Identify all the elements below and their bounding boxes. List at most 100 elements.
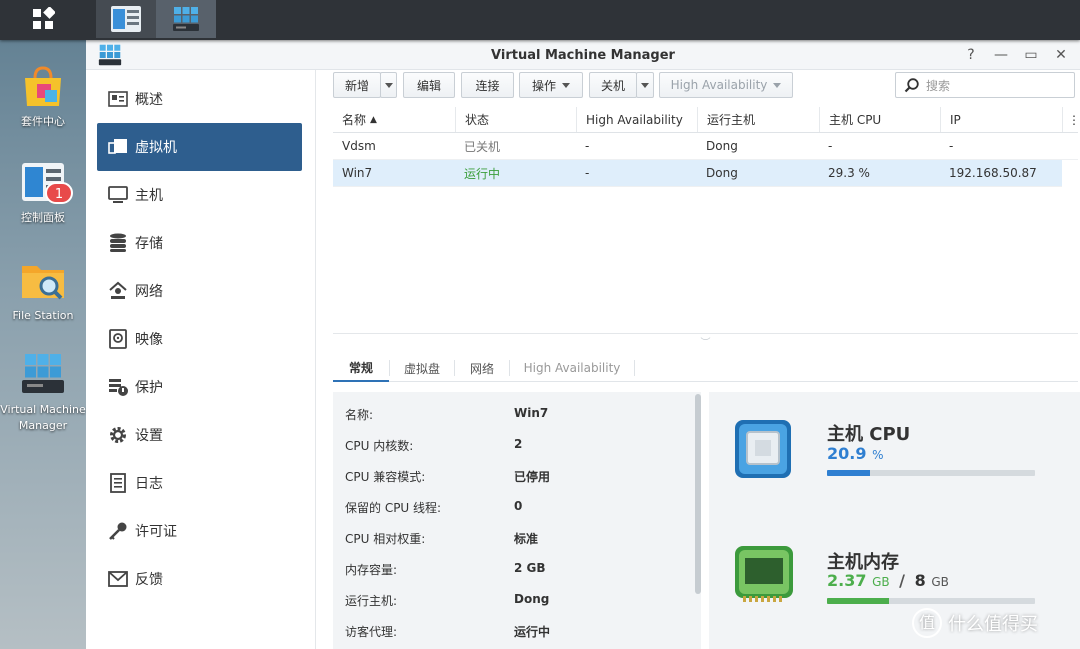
- storage-icon: [107, 232, 129, 254]
- column-name[interactable]: 名称 ▲: [333, 107, 455, 132]
- tab-general[interactable]: 常规: [333, 354, 389, 382]
- desktop-file-station[interactable]: File Station: [0, 258, 86, 324]
- sidebar-item-label: 许可证: [135, 524, 177, 540]
- column-status[interactable]: 状态: [455, 107, 576, 132]
- title-bar[interactable]: Virtual Machine Manager ? — ▭ ✕: [86, 40, 1080, 70]
- column-label: 主机 CPU: [829, 113, 882, 127]
- create-button[interactable]: 新增: [333, 72, 381, 98]
- search-input[interactable]: 搜索: [895, 72, 1075, 98]
- connect-button[interactable]: 连接: [461, 72, 514, 98]
- desktop-package-center[interactable]: 套件中心: [0, 64, 86, 130]
- vm-status: 已关机: [464, 139, 501, 154]
- memory-total-unit: GB: [931, 575, 949, 589]
- desktop-vmm[interactable]: Virtual Machine Manager: [0, 352, 86, 434]
- sidebar-item-license[interactable]: 许可证: [97, 507, 302, 555]
- sidebar-item-label: 虚拟机: [135, 140, 177, 156]
- shutdown-dropdown-button[interactable]: [636, 72, 654, 98]
- table-row[interactable]: Vdsm 已关机 - Dong - -: [333, 133, 1078, 160]
- watermark: 值 什么值得买: [912, 608, 1038, 638]
- cpu-progress-bar: [827, 470, 1035, 476]
- vm-name: Win7: [342, 166, 373, 180]
- sidebar-item-label: 主机: [135, 188, 163, 204]
- network-icon: [107, 280, 129, 302]
- notification-badge: 1: [45, 182, 73, 204]
- vm-grid: 名称 ▲ 状态 High Availability 运行主机 主机 CPU IP …: [333, 107, 1080, 187]
- detail-label: CPU 内核数:: [345, 439, 414, 453]
- vm-cpu: 29.3 %: [828, 166, 870, 180]
- sidebar-item-network[interactable]: 网络: [97, 267, 302, 315]
- sidebar-item-log[interactable]: 日志: [97, 459, 302, 507]
- sidebar-item-label: 映像: [135, 332, 163, 348]
- shutdown-button[interactable]: 关机: [589, 72, 637, 98]
- desktop-control-panel[interactable]: 1 控制面板: [0, 160, 86, 226]
- watermark-text: 什么值得买: [948, 614, 1038, 635]
- minimize-button[interactable]: —: [992, 46, 1010, 64]
- detail-value: 2 GB: [514, 561, 546, 575]
- sidebar-item-label: 网络: [135, 284, 163, 300]
- column-ip[interactable]: IP: [940, 107, 1062, 132]
- tab-high-availability[interactable]: High Availability: [510, 354, 634, 382]
- overview-icon: [107, 88, 129, 110]
- main-menu-button[interactable]: [0, 0, 86, 38]
- feedback-icon: [107, 568, 129, 590]
- taskbar-control-panel[interactable]: [96, 0, 156, 38]
- help-button[interactable]: ?: [962, 46, 980, 64]
- host-icon: [107, 184, 129, 206]
- create-button-label: 新增: [344, 78, 369, 93]
- vmm-window: Virtual Machine Manager ? — ▭ ✕ 概述 虚拟机 主…: [86, 40, 1080, 649]
- sidebar: 概述 虚拟机 主机 存储 网络 映像 保护 设置 日志 许可证 反馈: [86, 70, 316, 649]
- sidebar-item-storage[interactable]: 存储: [97, 219, 302, 267]
- maximize-button[interactable]: ▭: [1022, 46, 1040, 64]
- column-host[interactable]: 运行主机: [697, 107, 819, 132]
- column-host-cpu[interactable]: 主机 CPU: [819, 107, 940, 132]
- edit-button[interactable]: 编辑: [403, 72, 455, 98]
- sidebar-item-virtual-machine[interactable]: 虚拟机: [97, 123, 302, 171]
- desktop-icon-label: File Station: [12, 309, 74, 322]
- panel-splitter[interactable]: ︶: [333, 333, 1078, 349]
- chevron-down-icon: [562, 82, 570, 88]
- desktop-icon-label: 套件中心: [21, 115, 65, 128]
- sidebar-item-protection[interactable]: 保护: [97, 363, 302, 411]
- grid-header: 名称 ▲ 状态 High Availability 运行主机 主机 CPU IP …: [333, 107, 1080, 133]
- sidebar-item-label: 反馈: [135, 572, 163, 588]
- action-button[interactable]: 操作: [519, 72, 583, 98]
- memory-progress-bar: [827, 598, 1035, 604]
- sidebar-item-label: 设置: [135, 428, 163, 444]
- cpu-icon: [735, 420, 791, 478]
- close-button[interactable]: ✕: [1052, 46, 1070, 64]
- cpu-value: 20.9: [827, 444, 867, 463]
- sidebar-item-host[interactable]: 主机: [97, 171, 302, 219]
- column-ha[interactable]: High Availability: [576, 107, 697, 132]
- memory-used-unit: GB: [872, 575, 890, 589]
- detail-value: 0: [514, 499, 523, 513]
- detail-value: 2: [514, 437, 523, 451]
- license-icon: [107, 520, 129, 542]
- column-label: 运行主机: [707, 113, 756, 127]
- vm-ip: -: [949, 139, 954, 153]
- control-panel-icon: [111, 6, 141, 32]
- desktop-icon-label: Virtual Machine: [0, 403, 86, 416]
- tab-virtual-disk[interactable]: 虚拟盘: [390, 354, 454, 382]
- vm-status: 运行中: [464, 166, 501, 181]
- sidebar-item-image[interactable]: 映像: [97, 315, 302, 363]
- sidebar-item-settings[interactable]: 设置: [97, 411, 302, 459]
- sidebar-item-overview[interactable]: 概述: [97, 75, 302, 123]
- memory-used: 2.37: [827, 571, 867, 590]
- watermark-logo: 值: [912, 608, 942, 638]
- image-icon: [107, 328, 129, 350]
- create-dropdown-button[interactable]: [380, 72, 397, 98]
- action-button-label: 操作: [531, 78, 556, 93]
- detail-label: 保留的 CPU 线程:: [345, 501, 442, 515]
- sidebar-item-feedback[interactable]: 反馈: [97, 555, 302, 603]
- taskbar-vmm[interactable]: [156, 0, 216, 38]
- vm-name: Vdsm: [342, 139, 376, 153]
- column-menu-icon[interactable]: ⋮: [1062, 107, 1080, 132]
- ha-button[interactable]: High Availability: [659, 72, 793, 98]
- tab-network[interactable]: 网络: [455, 354, 509, 382]
- table-row[interactable]: Win7 运行中 - Dong 29.3 % 192.168.50.87: [333, 160, 1062, 187]
- main-content: 新增 编辑 连接 操作 关机 High Availability 搜索 名称 ▲ …: [317, 70, 1080, 649]
- column-label: High Availability: [586, 112, 683, 127]
- scrollbar[interactable]: [695, 394, 701, 594]
- vmm-icon: [22, 354, 64, 393]
- detail-value: Win7: [514, 406, 549, 420]
